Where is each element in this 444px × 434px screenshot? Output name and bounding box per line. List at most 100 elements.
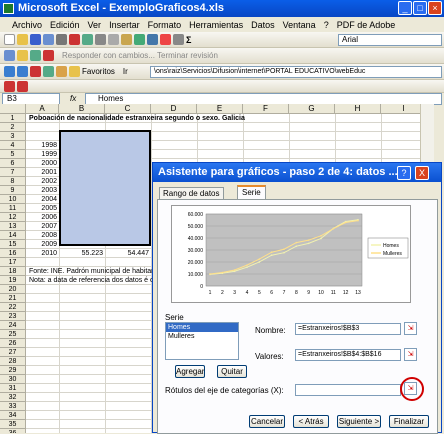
column-header-b[interactable]: B — [59, 104, 105, 114]
menu-item-0[interactable]: Archivo — [12, 20, 42, 30]
research-icon[interactable] — [69, 34, 80, 45]
menu-item-6[interactable]: Datos — [251, 20, 275, 30]
forward-icon[interactable] — [17, 66, 28, 77]
pdf-mail-icon[interactable] — [17, 80, 28, 92]
chart-wizard-icon[interactable] — [160, 34, 171, 45]
stop-icon[interactable] — [30, 66, 41, 77]
maximize-button[interactable]: □ — [413, 1, 427, 15]
row-header-5[interactable]: 5 — [0, 150, 26, 159]
delete-comment-icon[interactable] — [43, 50, 54, 61]
next-button[interactable]: Siguiente > — [337, 415, 381, 428]
cut-icon[interactable] — [95, 34, 106, 45]
menu-item-8[interactable]: ? — [324, 20, 329, 30]
row-header-14[interactable]: 14 — [0, 231, 26, 240]
review-text[interactable]: Responder con cambios... Terminar revisi… — [62, 51, 218, 60]
row-header-6[interactable]: 6 — [0, 159, 26, 168]
fx-label[interactable]: fx — [70, 94, 76, 103]
menu-item-5[interactable]: Herramientas — [189, 20, 243, 30]
row-header-31[interactable]: 31 — [0, 384, 26, 393]
menu-item-4[interactable]: Formato — [148, 20, 182, 30]
row-header-16[interactable]: 16 — [0, 249, 26, 258]
row-header-25[interactable]: 25 — [0, 330, 26, 339]
row-header-11[interactable]: 11 — [0, 204, 26, 213]
menu-item-9[interactable]: PDF de Adobe — [337, 20, 396, 30]
column-header-a[interactable]: A — [26, 104, 59, 114]
row-header-36[interactable]: 36 — [0, 429, 26, 433]
row-header-26[interactable]: 26 — [0, 339, 26, 348]
row-header-3[interactable]: 3 — [0, 132, 26, 141]
row-header-29[interactable]: 29 — [0, 366, 26, 375]
series-item-homes[interactable]: Homes — [166, 323, 238, 332]
row-header-21[interactable]: 21 — [0, 294, 26, 303]
row-header-27[interactable]: 27 — [0, 348, 26, 357]
row-header-12[interactable]: 12 — [0, 213, 26, 222]
series-item-mulleres[interactable]: Mulleres — [166, 332, 238, 341]
row-header-13[interactable]: 13 — [0, 222, 26, 231]
new-icon[interactable] — [4, 34, 15, 45]
close-window-button[interactable]: × — [428, 1, 442, 15]
row-header-30[interactable]: 30 — [0, 375, 26, 384]
column-header-d[interactable]: D — [151, 104, 197, 114]
row-header-35[interactable]: 35 — [0, 420, 26, 429]
tab-rango-de-datos[interactable]: Rango de datos — [159, 187, 224, 199]
remove-series-button[interactable]: Quitar — [217, 365, 247, 378]
help-button[interactable]: ? — [397, 166, 411, 180]
paste-icon[interactable] — [121, 34, 132, 45]
column-header-g[interactable]: G — [289, 104, 335, 114]
print-icon[interactable] — [56, 34, 67, 45]
pdf-icon[interactable] — [4, 80, 15, 92]
row-header-22[interactable]: 22 — [0, 303, 26, 312]
menu-item-3[interactable]: Insertar — [109, 20, 140, 30]
home-icon[interactable] — [56, 66, 67, 77]
row-header-10[interactable]: 10 — [0, 195, 26, 204]
collapse-dialog-icon[interactable]: ⇲ — [404, 322, 417, 335]
spelling-icon[interactable] — [82, 34, 93, 45]
menu-item-7[interactable]: Ventana — [283, 20, 316, 30]
minimize-button[interactable]: _ — [398, 1, 412, 15]
row-header-8[interactable]: 8 — [0, 177, 26, 186]
row-header-23[interactable]: 23 — [0, 312, 26, 321]
undo-icon[interactable] — [134, 34, 145, 45]
save-icon[interactable] — [30, 34, 41, 45]
select-all-corner[interactable] — [0, 104, 26, 114]
back-icon[interactable] — [4, 66, 15, 77]
row-header-17[interactable]: 17 — [0, 258, 26, 267]
row-header-2[interactable]: 2 — [0, 123, 26, 132]
series-list[interactable]: Homes Mulleres — [165, 322, 239, 360]
row-header-18[interactable]: 18 — [0, 267, 26, 276]
redo-icon[interactable] — [147, 34, 158, 45]
go-menu[interactable]: Ir — [123, 67, 128, 76]
category-labels-input[interactable] — [295, 384, 401, 396]
copy-icon[interactable] — [108, 34, 119, 45]
row-header-1[interactable]: 1 — [0, 114, 26, 123]
back-button[interactable]: < Atrás — [293, 415, 329, 428]
open-icon[interactable] — [17, 34, 28, 45]
tab-serie[interactable]: Serie — [237, 185, 266, 199]
finish-button[interactable]: Finalizar — [389, 415, 429, 428]
row-header-20[interactable]: 20 — [0, 285, 26, 294]
sum-icon[interactable]: Σ — [186, 35, 191, 45]
menu-item-2[interactable]: Ver — [88, 20, 102, 30]
row-header-7[interactable]: 7 — [0, 168, 26, 177]
series-name-input[interactable]: =Estranxeiros!$B$3 — [295, 323, 401, 335]
row-header-15[interactable]: 15 — [0, 240, 26, 249]
column-header-h[interactable]: H — [335, 104, 381, 114]
collapse-dialog-icon[interactable]: ⇲ — [404, 348, 417, 361]
permission-icon[interactable] — [43, 34, 54, 45]
row-header-34[interactable]: 34 — [0, 411, 26, 420]
column-header-c[interactable]: C — [105, 104, 151, 114]
refresh-icon[interactable] — [43, 66, 54, 77]
column-header-f[interactable]: F — [243, 104, 289, 114]
dialog-close-button[interactable]: X — [415, 166, 429, 180]
font-name-select[interactable]: Arial — [338, 34, 442, 46]
row-header-24[interactable]: 24 — [0, 321, 26, 330]
add-series-button[interactable]: Agregar — [175, 365, 205, 378]
row-header-19[interactable]: 19 — [0, 276, 26, 285]
cancel-button[interactable]: Cancelar — [249, 415, 285, 428]
track-icon[interactable] — [30, 50, 41, 61]
series-values-input[interactable]: =Estranxeiros!$B$4:$B$16 — [295, 349, 401, 361]
row-header-28[interactable]: 28 — [0, 357, 26, 366]
row-header-32[interactable]: 32 — [0, 393, 26, 402]
review-icon[interactable] — [4, 50, 15, 61]
row-header-4[interactable]: 4 — [0, 141, 26, 150]
